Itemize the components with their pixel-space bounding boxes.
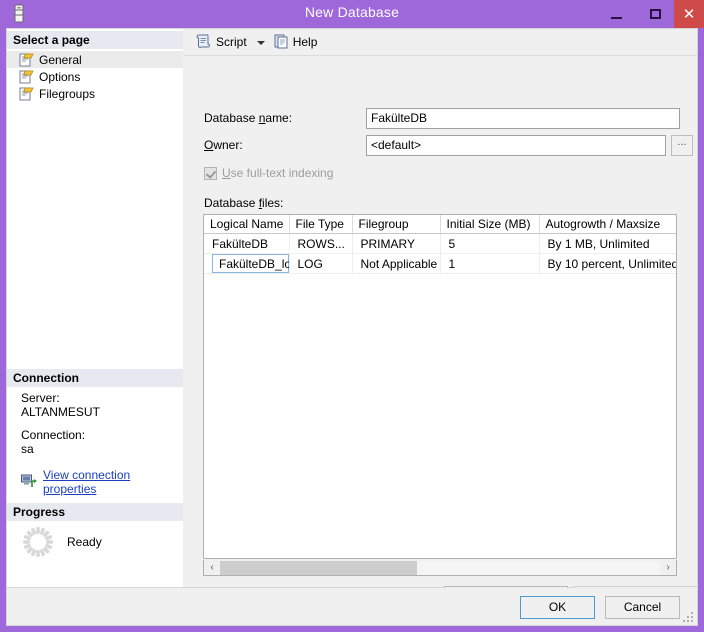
server-value: ALTANMESUT [21,405,100,419]
progress-spinner-icon [21,525,55,559]
use-fulltext-indexing-row[interactable]: Use full-text indexing [204,166,333,180]
select-page-header: Select a page [7,31,183,49]
connection-label: Connection: [21,428,86,442]
scroll-right-arrow-icon[interactable]: › [660,561,676,575]
page-icon [19,70,34,84]
right-pane: Script Help Database name: FakülteDB Own… [184,29,698,609]
script-button[interactable]: Script [193,31,249,53]
server-label: Server: [21,391,60,405]
sidebar-item-label: Options [39,69,81,84]
cell-initial-size[interactable]: 5 [440,233,540,254]
cell-initial-size[interactable]: 1 [440,253,540,274]
connection-info: Server: ALTANMESUT Connection: sa View c… [7,391,183,496]
database-name-row: Database name: FakülteDB [184,108,697,130]
dialog-client-area: Select a page General Options Filegroups… [6,28,698,609]
ok-button[interactable]: OK [520,596,595,619]
general-page-form: Database name: FakülteDB Owner: <default… [184,55,698,609]
title-bar: New Database ✕ [0,0,704,28]
dialog-footer: OK Cancel [6,588,698,626]
scroll-left-arrow-icon[interactable]: ‹ [204,561,220,575]
left-pane: Select a page General Options Filegroups… [7,29,183,587]
sidebar-item-general[interactable]: General [7,51,183,68]
resize-grip-icon[interactable] [682,611,694,623]
column-header-filegroup[interactable]: Filegroup [352,215,441,234]
table-row[interactable]: FakülteDB_log LOG Not Applicable 1 By 10… [204,253,676,274]
column-header-file-type[interactable]: File Type [289,215,353,234]
use-fulltext-indexing-label: Use full-text indexing [222,166,334,180]
help-label: Help [292,35,318,49]
page-list: General Options Filegroups [7,51,183,102]
owner-browse-button[interactable]: ... [671,135,693,156]
table-row[interactable]: FakülteDB ROWS... PRIMARY 5 By 1 MB, Unl… [204,233,676,254]
scrollbar-track[interactable] [220,560,660,575]
grid-horizontal-scrollbar[interactable]: ‹ › [203,560,677,576]
sidebar-item-label: Filegroups [39,86,96,101]
column-header-logical-name[interactable]: Logical Name [204,215,290,234]
cell-file-type[interactable]: LOG [289,253,353,274]
cell-autogrowth[interactable]: By 1 MB, Unlimited [539,233,676,254]
column-header-autogrowth[interactable]: Autogrowth / Maxsize [539,215,676,234]
close-icon: ✕ [682,5,696,23]
connection-value: sa [21,442,34,456]
scrollbar-thumb[interactable] [220,560,417,575]
cell-logical-name[interactable]: FakülteDB_log [204,253,290,274]
page-icon [19,53,34,67]
use-fulltext-indexing-checkbox[interactable] [204,166,217,180]
script-label: Script [216,35,247,49]
sidebar-item-filegroups[interactable]: Filegroups [7,85,183,102]
owner-input[interactable]: <default> [366,135,666,156]
cancel-button[interactable]: Cancel [605,596,680,619]
database-name-label: Database name: [204,111,293,125]
chevron-down-icon[interactable] [256,41,265,45]
page-icon [19,87,34,101]
cell-logical-name-editor[interactable]: FakülteDB_log [212,254,288,273]
cell-filegroup[interactable]: PRIMARY [352,233,441,254]
owner-label: Owner: [204,138,243,152]
minimize-icon [610,16,622,19]
view-connection-properties-row[interactable]: View connection properties [7,468,183,496]
database-name-input[interactable]: FakülteDB [366,108,680,129]
progress-status: Ready [67,535,102,549]
column-header-initial-size[interactable]: Initial Size (MB) [440,215,540,234]
progress-header: Progress [7,503,183,521]
owner-row: Owner: <default> ... [184,135,697,157]
cell-autogrowth[interactable]: By 10 percent, Unlimited [539,253,676,274]
maximize-button[interactable] [636,0,674,28]
dialog-toolbar: Script Help [184,29,697,55]
close-button[interactable]: ✕ [674,0,704,28]
cell-logical-name[interactable]: FakülteDB [204,233,290,254]
server-computer-icon [21,474,37,491]
database-files-label: Database files: [204,196,284,210]
grid-header-row: Logical Name File Type Filegroup Initial… [204,215,676,234]
connection-header: Connection [7,369,183,387]
sidebar-item-label: General [39,52,82,67]
script-icon [195,33,212,52]
view-connection-properties-link[interactable]: View connection properties [43,468,183,496]
database-files-grid[interactable]: Logical Name File Type Filegroup Initial… [203,214,677,559]
help-button[interactable]: Help [272,31,320,53]
new-database-window: New Database ✕ Select a page General Opt… [0,0,704,632]
minimize-button[interactable] [596,0,636,28]
progress-info: Ready [7,525,183,559]
maximize-icon [649,9,661,19]
sidebar-item-options[interactable]: Options [7,68,183,85]
cell-filegroup[interactable]: Not Applicable [352,253,441,274]
cell-file-type[interactable]: ROWS... [289,233,353,254]
help-icon [274,33,289,52]
